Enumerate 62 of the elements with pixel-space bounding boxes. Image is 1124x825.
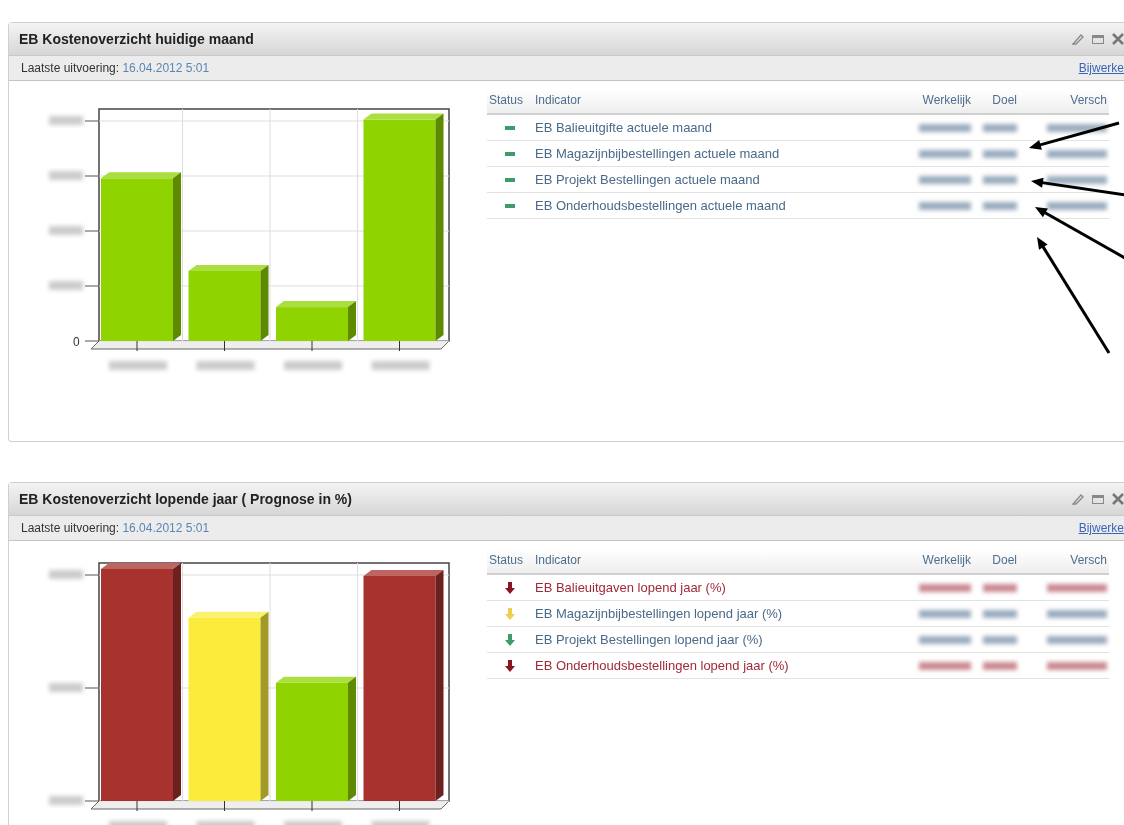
blurred-value	[983, 201, 1017, 210]
blurred-value	[983, 175, 1017, 184]
blurred-value	[919, 635, 971, 644]
blurred-label	[49, 281, 83, 290]
last-run-label: Laatste uitvoering:	[21, 61, 120, 75]
refresh-link[interactable]: Bijwerke	[1078, 61, 1124, 75]
blurred-label	[284, 821, 342, 825]
blurred-value	[1047, 661, 1107, 670]
blurred-value	[919, 583, 971, 592]
blurred-label	[49, 570, 83, 579]
blurred-label	[49, 171, 83, 180]
blurred-value	[983, 149, 1017, 158]
blurred-value	[919, 175, 971, 184]
blurred-value	[983, 609, 1017, 618]
pencil-icon[interactable]	[1072, 33, 1084, 45]
blurred-label	[371, 821, 430, 825]
indicator-link[interactable]: EB Projekt Bestellingen lopend jaar (%)	[535, 632, 763, 647]
blurred-label	[109, 361, 167, 370]
blurred-value	[1047, 635, 1107, 644]
close-icon[interactable]	[1112, 33, 1124, 45]
blurred-value	[1047, 583, 1107, 592]
last-run-date: 16.04.2012 5:01	[122, 61, 210, 75]
blurred-value	[919, 609, 971, 618]
blurred-value	[1047, 609, 1107, 618]
blurred-value	[919, 123, 971, 132]
window-icon[interactable]	[1092, 34, 1104, 44]
panel-title: EB Kostenoverzicht lopende jaar ( Prognose in %)	[19, 491, 352, 507]
blurred-label	[196, 821, 255, 825]
last-run-label: Laatste uitvoering:	[21, 521, 120, 535]
axis-label: 0	[73, 335, 80, 349]
blurred-value	[1047, 149, 1107, 158]
blurred-value	[983, 635, 1017, 644]
blurred-value	[983, 123, 1017, 132]
blurred-value	[919, 149, 971, 158]
blurred-value	[1047, 201, 1107, 210]
indicator-link[interactable]: EB Balieuitgifte actuele maand	[535, 120, 713, 135]
refresh-link[interactable]: Bijwerke	[1078, 521, 1124, 535]
blurred-value	[919, 661, 971, 670]
blurred-value	[983, 583, 1017, 592]
blurred-label	[284, 361, 342, 370]
pencil-icon[interactable]	[1072, 493, 1084, 505]
blurred-label	[49, 796, 83, 805]
blurred-value	[1047, 175, 1107, 184]
window-icon[interactable]	[1092, 494, 1104, 504]
blurred-value	[919, 201, 971, 210]
panel-title: EB Kostenoverzicht huidige maand	[19, 31, 254, 47]
indicator-link[interactable]: EB Onderhoudsbestellingen actuele maand	[535, 198, 786, 213]
blurred-label	[371, 361, 430, 370]
indicator-link[interactable]: EB Magazijnbijbestellingen actuele maand	[535, 146, 780, 161]
blurred-label	[49, 116, 83, 125]
indicator-link[interactable]: EB Balieuitgaven lopend jaar (%)	[535, 580, 726, 595]
indicator-link[interactable]: EB Magazijnbijbestellingen lopend jaar (%)	[535, 606, 783, 621]
blurred-value	[983, 661, 1017, 670]
blurred-label	[49, 226, 83, 235]
close-icon[interactable]	[1112, 493, 1124, 505]
blurred-label	[109, 821, 167, 825]
blurred-label	[49, 683, 83, 692]
indicator-link[interactable]: EB Onderhoudsbestellingen lopend jaar (%)	[535, 658, 789, 673]
blurred-value	[1047, 123, 1107, 132]
last-run-date: 16.04.2012 5:01	[122, 521, 210, 535]
blurred-label	[196, 361, 255, 370]
indicator-link[interactable]: EB Projekt Bestellingen actuele maand	[535, 172, 760, 187]
